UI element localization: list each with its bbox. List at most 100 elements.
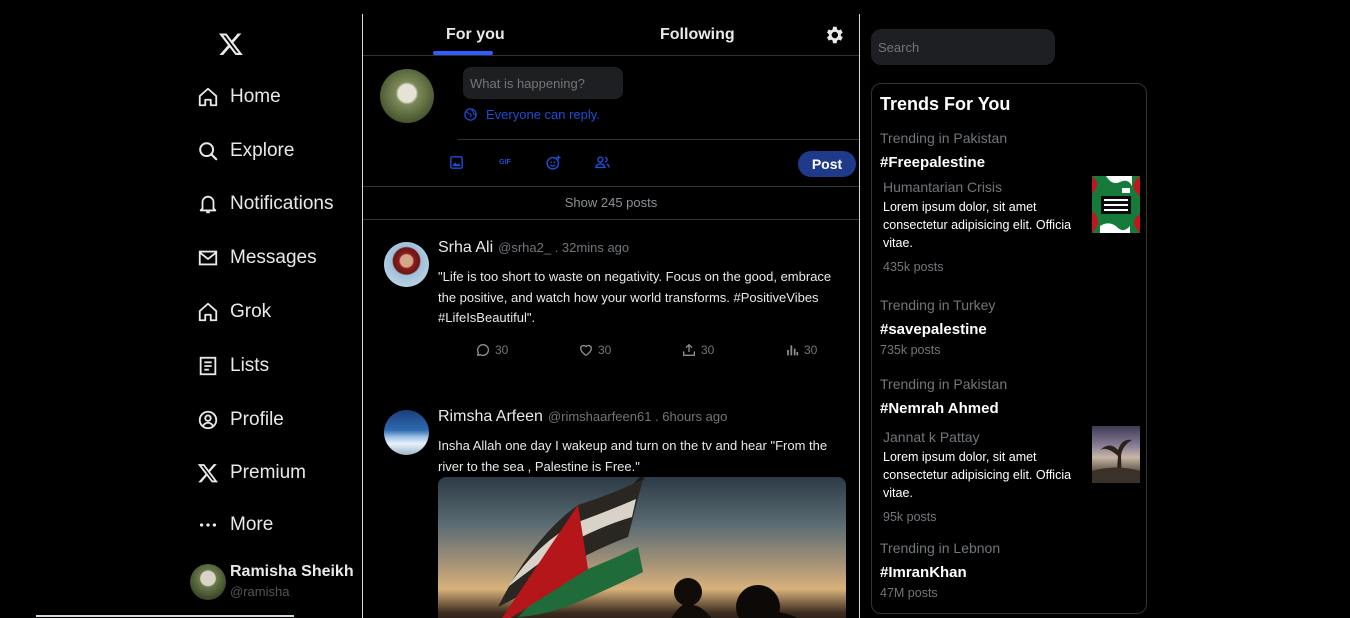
heart-icon [580, 344, 592, 356]
avatar[interactable] [384, 410, 429, 455]
tweet[interactable]: Rimsha Arfeen @rimshaarfeen61 . 6hours a… [363, 385, 859, 618]
trend-tag[interactable]: #Nemrah Ahmed [880, 400, 999, 417]
show-new-posts[interactable]: Show 245 posts [363, 187, 859, 220]
account-handle: @ramisha [230, 584, 290, 600]
nav-home[interactable]: Home [197, 82, 281, 112]
trend-thumbnail-graphic [1092, 439, 1140, 483]
nav-label: Home [230, 86, 281, 107]
trend-tag[interactable]: #savepalestine [880, 321, 987, 338]
gear-icon[interactable] [823, 24, 845, 46]
mail-icon [197, 247, 219, 269]
trend-thumbnail[interactable] [1092, 426, 1140, 483]
tweet-actions: 30 30 30 30 [475, 342, 887, 358]
share-button[interactable]: 30 [681, 342, 784, 358]
nav-label: Grok [230, 301, 272, 322]
profile-icon [197, 409, 219, 431]
trends-panel: Trends For You Trending in Pakistan #Fre… [871, 83, 1147, 614]
nav-profile[interactable]: Profile [197, 405, 284, 435]
search-input[interactable] [871, 29, 1055, 65]
nav-label: Lists [230, 355, 270, 376]
list-icon [197, 355, 219, 377]
avatar[interactable] [384, 242, 429, 287]
nav-premium[interactable]: Premium [197, 458, 306, 488]
nav-label: Premium [230, 462, 307, 483]
nav-label: Messages [230, 247, 317, 268]
view-count: 30 [804, 343, 818, 357]
trend-location: Trending in Pakistan [880, 130, 1008, 146]
nav-label: Profile [230, 409, 284, 430]
x-logo-icon[interactable] [218, 31, 244, 57]
account-name: Ramisha Sheikh [230, 563, 354, 580]
home-icon [197, 86, 219, 108]
trend-location: Trending in Lebnon [880, 540, 1001, 556]
nav-lists[interactable]: Lists [197, 351, 269, 381]
trend-location: Trending in Pakistan [880, 376, 1008, 392]
grok-icon [197, 301, 219, 323]
trend-posts: 47M posts [880, 586, 938, 600]
trend-description: Lorem ipsum dolor, sit amet consectetur … [883, 450, 1072, 500]
share-icon [683, 344, 695, 356]
emoji-icon[interactable] [544, 153, 562, 171]
left-sidebar: Home Explore Notifications Messages Grok… [0, 0, 362, 618]
trend-posts: 735k posts [880, 343, 941, 357]
trend-posts: 95k posts [883, 510, 937, 524]
nav-label: Explore [230, 140, 295, 161]
like-button[interactable]: 30 [578, 342, 681, 358]
trend-subtitle: Jannat k Pattay [883, 429, 980, 445]
tweet-meta: @rimshaarfeen61 . 6hours ago [547, 409, 728, 424]
trend-tag[interactable]: #Freepalestine [880, 154, 985, 171]
divider [458, 139, 859, 140]
trend-thumbnail[interactable] [1092, 176, 1140, 233]
reply-count: 30 [495, 343, 509, 357]
nav-label: Notifications [230, 193, 334, 214]
nav-more[interactable]: More [197, 510, 273, 540]
trend-location: Trending in Turkey [880, 297, 996, 313]
avatar [190, 563, 226, 600]
globe-icon [464, 108, 477, 121]
tweet-image[interactable] [438, 477, 846, 618]
reply-setting[interactable]: Everyone can reply. [463, 107, 600, 122]
composer: Everyone can reply. GIF Post [363, 56, 859, 187]
trend-posts: 435k posts [883, 260, 944, 274]
avatar [380, 69, 434, 123]
account-switcher[interactable]: Ramisha Sheikh @ramisha [190, 563, 354, 600]
compose-input[interactable] [463, 67, 623, 99]
tweet-text: "Life is too short to waste on negativit… [438, 269, 832, 325]
nav-label: More [230, 514, 274, 535]
more-icon [197, 514, 219, 536]
nav-messages[interactable]: Messages [197, 243, 317, 273]
nav-grok[interactable]: Grok [197, 297, 271, 327]
trends-title: Trends For You [880, 94, 1011, 114]
bell-icon [197, 193, 219, 215]
share-count: 30 [701, 343, 715, 357]
app-root: Home Explore Notifications Messages Grok… [0, 0, 1350, 618]
image-icon[interactable] [447, 153, 465, 171]
analytics-icon [787, 345, 799, 356]
divider [859, 14, 860, 618]
active-tab-indicator [433, 51, 493, 55]
search-icon [197, 140, 219, 162]
like-count: 30 [598, 343, 612, 357]
feed-tabs: For you Following [363, 14, 859, 56]
trend-subtitle: Humantarian Crisis [883, 179, 1003, 195]
tab-following[interactable]: Following [660, 26, 735, 44]
tab-for-you[interactable]: For you [446, 26, 505, 44]
reply-setting-label: Everyone can reply. [486, 107, 600, 122]
trend-description: Lorem ipsum dolor, sit amet consectetur … [883, 200, 1072, 250]
tweet-meta: @srha2_ . 32mins ago [498, 240, 630, 255]
reply-button[interactable]: 30 [475, 342, 578, 358]
main-feed: For you Following Everyone can reply. GI… [362, 14, 860, 618]
nav-explore[interactable]: Explore [197, 136, 294, 166]
tweet-author[interactable]: Srha Ali [438, 239, 493, 257]
nav-notifications[interactable]: Notifications [197, 189, 334, 219]
trend-tag[interactable]: #ImranKhan [880, 564, 967, 581]
palestine-flag-image [498, 477, 798, 618]
gif-icon[interactable]: GIF [496, 153, 514, 171]
post-button[interactable]: Post [798, 151, 856, 177]
people-icon[interactable] [593, 153, 611, 171]
tweet-author[interactable]: Rimsha Arfeen [438, 408, 543, 426]
trend-thumbnail-graphic [1092, 176, 1140, 233]
tweet[interactable]: Srha Ali @srha2_ . 32mins ago "Life is t… [363, 220, 859, 385]
divider [36, 615, 294, 617]
reply-icon [477, 343, 490, 356]
